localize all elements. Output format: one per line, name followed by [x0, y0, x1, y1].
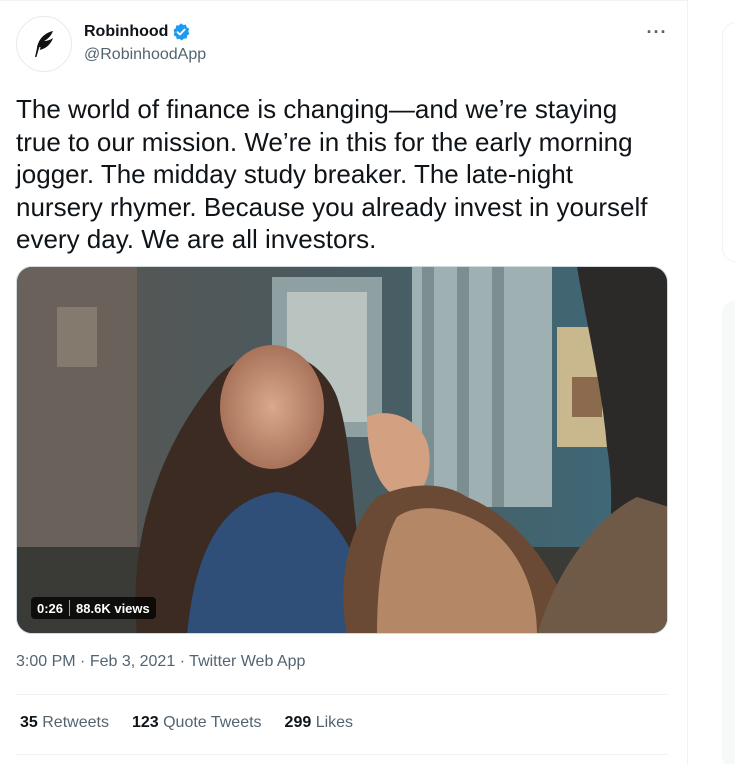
divider	[16, 754, 668, 755]
divider	[16, 694, 668, 695]
video-info-badge: 0:26 88.6K views	[31, 597, 156, 619]
badge-divider	[69, 600, 71, 616]
stat-count: 35	[20, 714, 38, 731]
more-options-button[interactable]: ···	[641, 18, 673, 46]
stat-label: Likes	[315, 714, 354, 731]
quote-tweets-stat[interactable]: 123 Quote Tweets	[132, 714, 262, 732]
meta-separator: ·	[179, 653, 186, 670]
handle[interactable]: @RobinhoodApp	[84, 46, 206, 64]
verified-badge-icon	[173, 23, 190, 41]
video-duration: 0:26	[37, 600, 64, 616]
divider	[0, 0, 688, 1]
tweet-card: Robinhood @RobinhoodApp ··· The world of…	[0, 0, 688, 764]
tweet-text: The world of finance is changing—and we’…	[16, 94, 648, 254]
video-views: 88.6K views	[76, 600, 150, 616]
video-player[interactable]: 0:26 88.6K views	[16, 266, 668, 634]
feather-icon	[35, 31, 53, 58]
avatar[interactable]	[16, 16, 72, 72]
engagement-stats: 35 Retweets 123 Quote Tweets 299 Likes	[20, 714, 376, 732]
tweet-source[interactable]: Twitter Web App	[189, 653, 305, 670]
tweet-timestamp: 3:00 PM · Feb 3, 2021 · Twitter Web App	[16, 653, 305, 671]
stat-count: 123	[131, 714, 159, 731]
video-thumbnail	[17, 267, 667, 633]
sidebar-panel	[722, 22, 735, 262]
tweet-date[interactable]: Feb 3, 2021	[90, 653, 175, 670]
stat-label: Quote Tweets	[163, 714, 262, 731]
author-info: Robinhood @RobinhoodApp	[84, 21, 206, 64]
stat-count: 299	[284, 714, 312, 731]
sidebar-panel	[722, 300, 735, 764]
stat-label: Retweets	[42, 714, 109, 731]
likes-stat[interactable]: 299 Likes	[285, 714, 354, 732]
retweets-stat[interactable]: 35 Retweets	[20, 714, 109, 732]
display-name[interactable]: Robinhood	[84, 23, 168, 41]
tweet-time[interactable]: 3:00 PM	[16, 653, 76, 670]
meta-separator: ·	[80, 653, 86, 670]
